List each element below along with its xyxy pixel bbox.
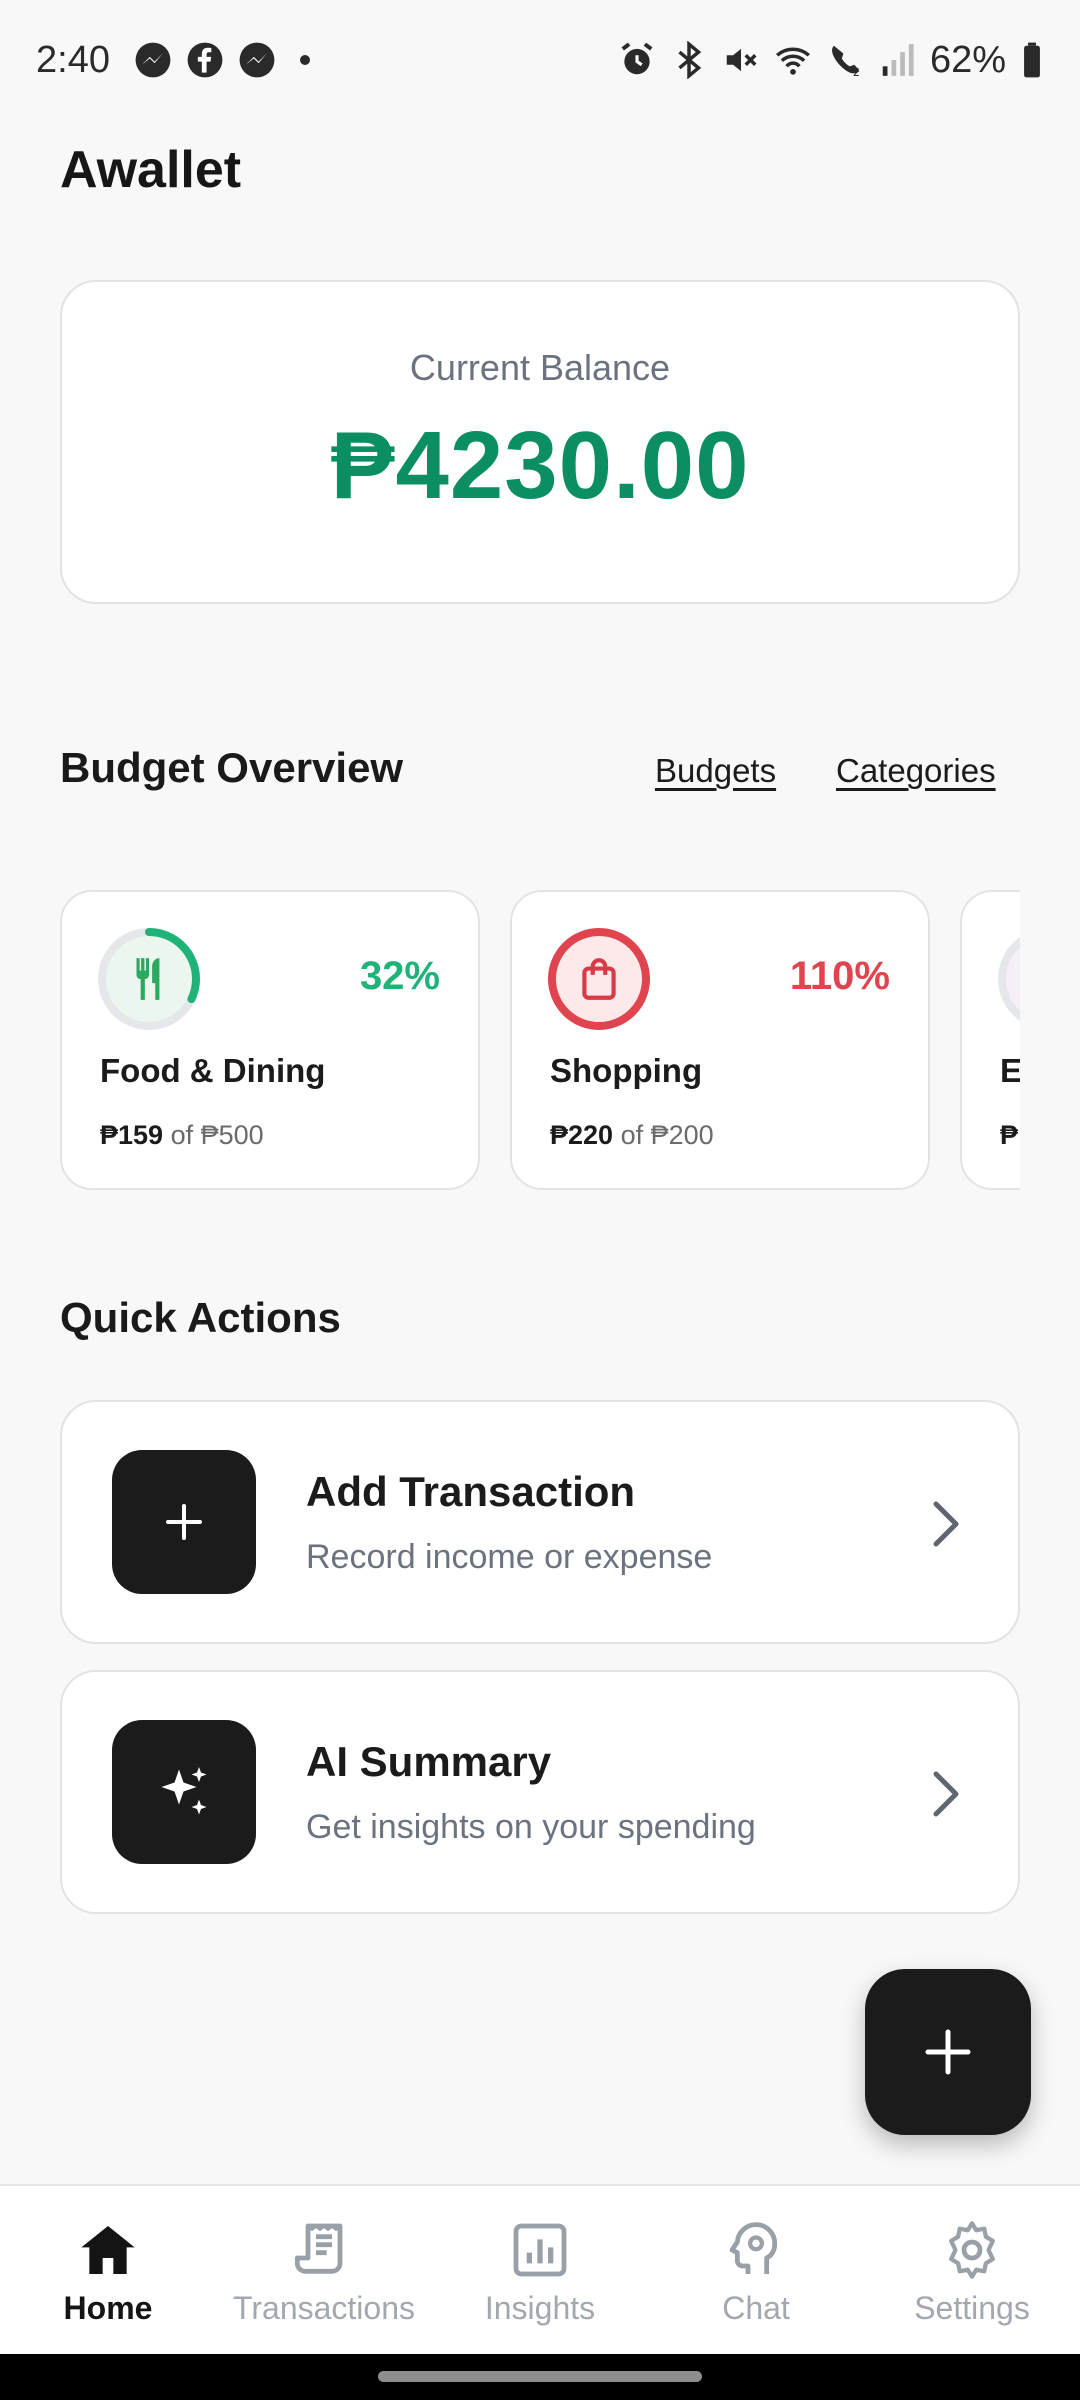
bottom-navigation: Home Transactions Insights Chat Settings bbox=[0, 2184, 1080, 2354]
quick-actions-title: Quick Actions bbox=[60, 1294, 341, 1341]
budget-percent: 32% bbox=[359, 954, 440, 998]
budget-limit: of ₱500 bbox=[170, 1120, 264, 1150]
budget-spent: ₱159 bbox=[100, 1120, 164, 1150]
facebook-icon bbox=[186, 41, 224, 79]
status-time: 2:40 bbox=[36, 38, 110, 81]
balance-label: Current Balance bbox=[409, 347, 671, 388]
categories-link[interactable]: Categories bbox=[836, 752, 996, 790]
settings-icon bbox=[949, 2221, 995, 2279]
balance-amount: ₱4230.00 bbox=[330, 412, 750, 519]
plus-icon bbox=[925, 2029, 971, 2075]
alarm-icon bbox=[618, 41, 656, 79]
budget-percent: 110% bbox=[789, 954, 890, 998]
balance-card: Current Balance ₱4230.00 bbox=[60, 280, 1020, 604]
bar-chart-icon bbox=[513, 2223, 567, 2277]
gesture-handle[interactable] bbox=[378, 2371, 702, 2382]
budget-progress-ring bbox=[546, 926, 652, 1032]
battery-percent: 62% bbox=[929, 38, 1006, 81]
plus-icon bbox=[112, 1450, 256, 1594]
action-subtitle: Get insights on your spending bbox=[306, 1808, 756, 1846]
nav-insights[interactable]: Insights bbox=[432, 2186, 648, 2354]
ai-summary-button[interactable]: AI Summary Get insights on your spending bbox=[60, 1670, 1020, 1914]
home-icon bbox=[81, 2226, 135, 2274]
budget-progress-ring bbox=[996, 926, 1020, 1032]
nav-label: Settings bbox=[914, 2290, 1030, 2326]
signal-icon bbox=[878, 41, 916, 79]
nav-label: Transactions bbox=[233, 2290, 415, 2326]
wifi-icon bbox=[774, 41, 812, 79]
budget-spent: ₱220 bbox=[550, 1120, 614, 1150]
budgets-link[interactable]: Budgets bbox=[655, 752, 776, 790]
nav-label: Home bbox=[63, 2290, 153, 2326]
add-transaction-button[interactable]: Add Transaction Record income or expense bbox=[60, 1400, 1020, 1644]
wifi-calling-icon: 2 bbox=[826, 41, 864, 79]
budget-limit: of ₱200 bbox=[620, 1120, 714, 1150]
receipt-icon bbox=[294, 2223, 343, 2274]
budget-card-partial[interactable]: E ₱ bbox=[960, 890, 1020, 1190]
action-title: Add Transaction bbox=[306, 1468, 636, 1515]
budget-category-name: E bbox=[1000, 1052, 1020, 1089]
budget-card-shopping[interactable]: 110% Shopping ₱220 of ₱200 bbox=[510, 890, 930, 1190]
notification-dot-icon bbox=[299, 55, 310, 65]
budget-cards-scroller[interactable]: 32% Food & Dining ₱159 of ₱500 110% Shop… bbox=[60, 890, 1020, 1192]
nav-label: Chat bbox=[722, 2290, 790, 2326]
shopping-bag-icon bbox=[582, 958, 616, 1000]
chevron-right-icon bbox=[933, 1501, 959, 1547]
messenger-icon bbox=[134, 41, 172, 79]
messenger-icon bbox=[238, 41, 276, 79]
sparkles-icon bbox=[112, 1720, 256, 1864]
app-title: Awallet bbox=[60, 141, 242, 199]
bluetooth-icon bbox=[670, 41, 708, 79]
budget-card-food-dining[interactable]: 32% Food & Dining ₱159 of ₱500 bbox=[60, 890, 480, 1190]
nav-settings[interactable]: Settings bbox=[864, 2186, 1080, 2354]
chevron-right-icon bbox=[933, 1771, 959, 1817]
budget-spent: ₱ bbox=[1000, 1120, 1019, 1150]
budget-overview-title: Budget Overview bbox=[60, 744, 404, 791]
budget-amounts: ₱220 of ₱200 bbox=[550, 1120, 714, 1151]
budget-amounts: ₱159 of ₱500 bbox=[100, 1120, 264, 1151]
budget-progress-ring bbox=[96, 926, 202, 1032]
nav-chat[interactable]: Chat bbox=[648, 2186, 864, 2354]
budget-category-name: Shopping bbox=[550, 1052, 703, 1089]
nav-home[interactable]: Home bbox=[0, 2186, 216, 2354]
action-title: AI Summary bbox=[306, 1738, 552, 1785]
action-subtitle: Record income or expense bbox=[306, 1538, 713, 1576]
nav-transactions[interactable]: Transactions bbox=[216, 2186, 432, 2354]
add-fab-button[interactable] bbox=[865, 1969, 1031, 2135]
battery-icon bbox=[1020, 41, 1044, 79]
utensils-icon bbox=[136, 958, 160, 1000]
status-bar: 2:40 2 62% bbox=[0, 0, 1080, 120]
budget-category-name: Food & Dining bbox=[100, 1052, 326, 1089]
mute-icon bbox=[722, 41, 760, 79]
nav-label: Insights bbox=[484, 2290, 596, 2326]
budget-amounts: ₱ bbox=[1000, 1120, 1018, 1151]
svg-text:2: 2 bbox=[853, 66, 860, 79]
ai-head-icon bbox=[729, 2222, 778, 2274]
